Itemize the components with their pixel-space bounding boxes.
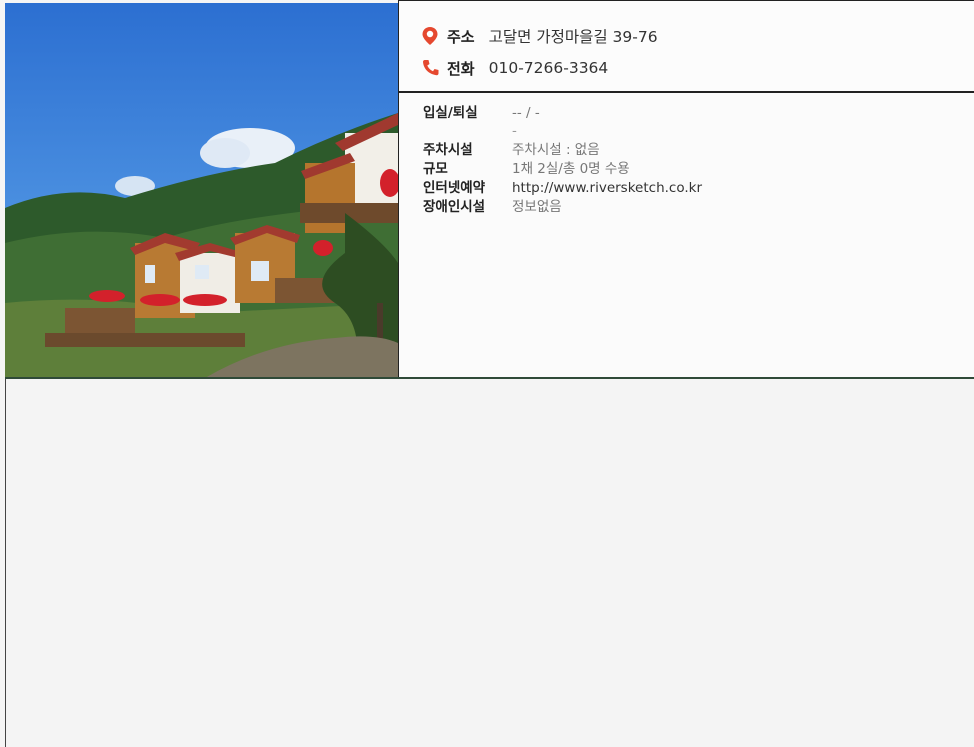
details-list: 입실/퇴실 -- / - - 주차시설 주차시설 : 없음 규모 1채 2실/총… [423, 104, 702, 217]
lower-content-area [5, 379, 974, 747]
parking-label: 주차시설 [423, 142, 473, 158]
accessibility-row: 장애인시설 정보없음 [423, 198, 702, 216]
address-value: 고달면 가정마을길 39-76 [488, 28, 658, 46]
checkin-row: 입실/퇴실 -- / - - [423, 104, 702, 140]
address-row: 주소 고달면 가정마을길 39-76 [421, 23, 658, 49]
web-reservation-row: 인터넷예약 http://www.riversketch.co.kr [423, 179, 702, 197]
info-panel: 주소 고달면 가정마을길 39-76 전화 010-7266-3364 입실/퇴… [398, 0, 974, 378]
property-photo [5, 3, 398, 378]
contact-section: 주소 고달면 가정마을길 39-76 전화 010-7266-3364 [399, 1, 974, 93]
checkin-label: 입실/퇴실 [423, 105, 478, 121]
checkin-value: -- / - [512, 105, 540, 121]
address-label: 주소 [447, 27, 475, 46]
checkout-value: - [512, 123, 517, 139]
parking-value: 주차시설 : 없음 [512, 142, 600, 158]
phone-value[interactable]: 010-7266-3364 [489, 59, 609, 77]
phone-row: 전화 010-7266-3364 [421, 55, 608, 81]
phone-icon [421, 58, 439, 78]
scale-row: 규모 1채 2실/총 0명 수용 [423, 160, 702, 178]
checkin-values: -- / - - [512, 104, 540, 140]
web-reservation-label: 인터넷예약 [423, 180, 486, 196]
parking-row: 주차시설 주차시설 : 없음 [423, 141, 702, 159]
web-reservation-link[interactable]: http://www.riversketch.co.kr [512, 179, 702, 197]
accessibility-value: 정보없음 [512, 199, 562, 215]
phone-label: 전화 [447, 59, 475, 78]
scale-value: 1채 2실/총 0명 수용 [512, 161, 630, 177]
scale-label: 규모 [423, 161, 448, 177]
map-pin-icon [421, 26, 439, 46]
accessibility-label: 장애인시설 [423, 199, 486, 215]
